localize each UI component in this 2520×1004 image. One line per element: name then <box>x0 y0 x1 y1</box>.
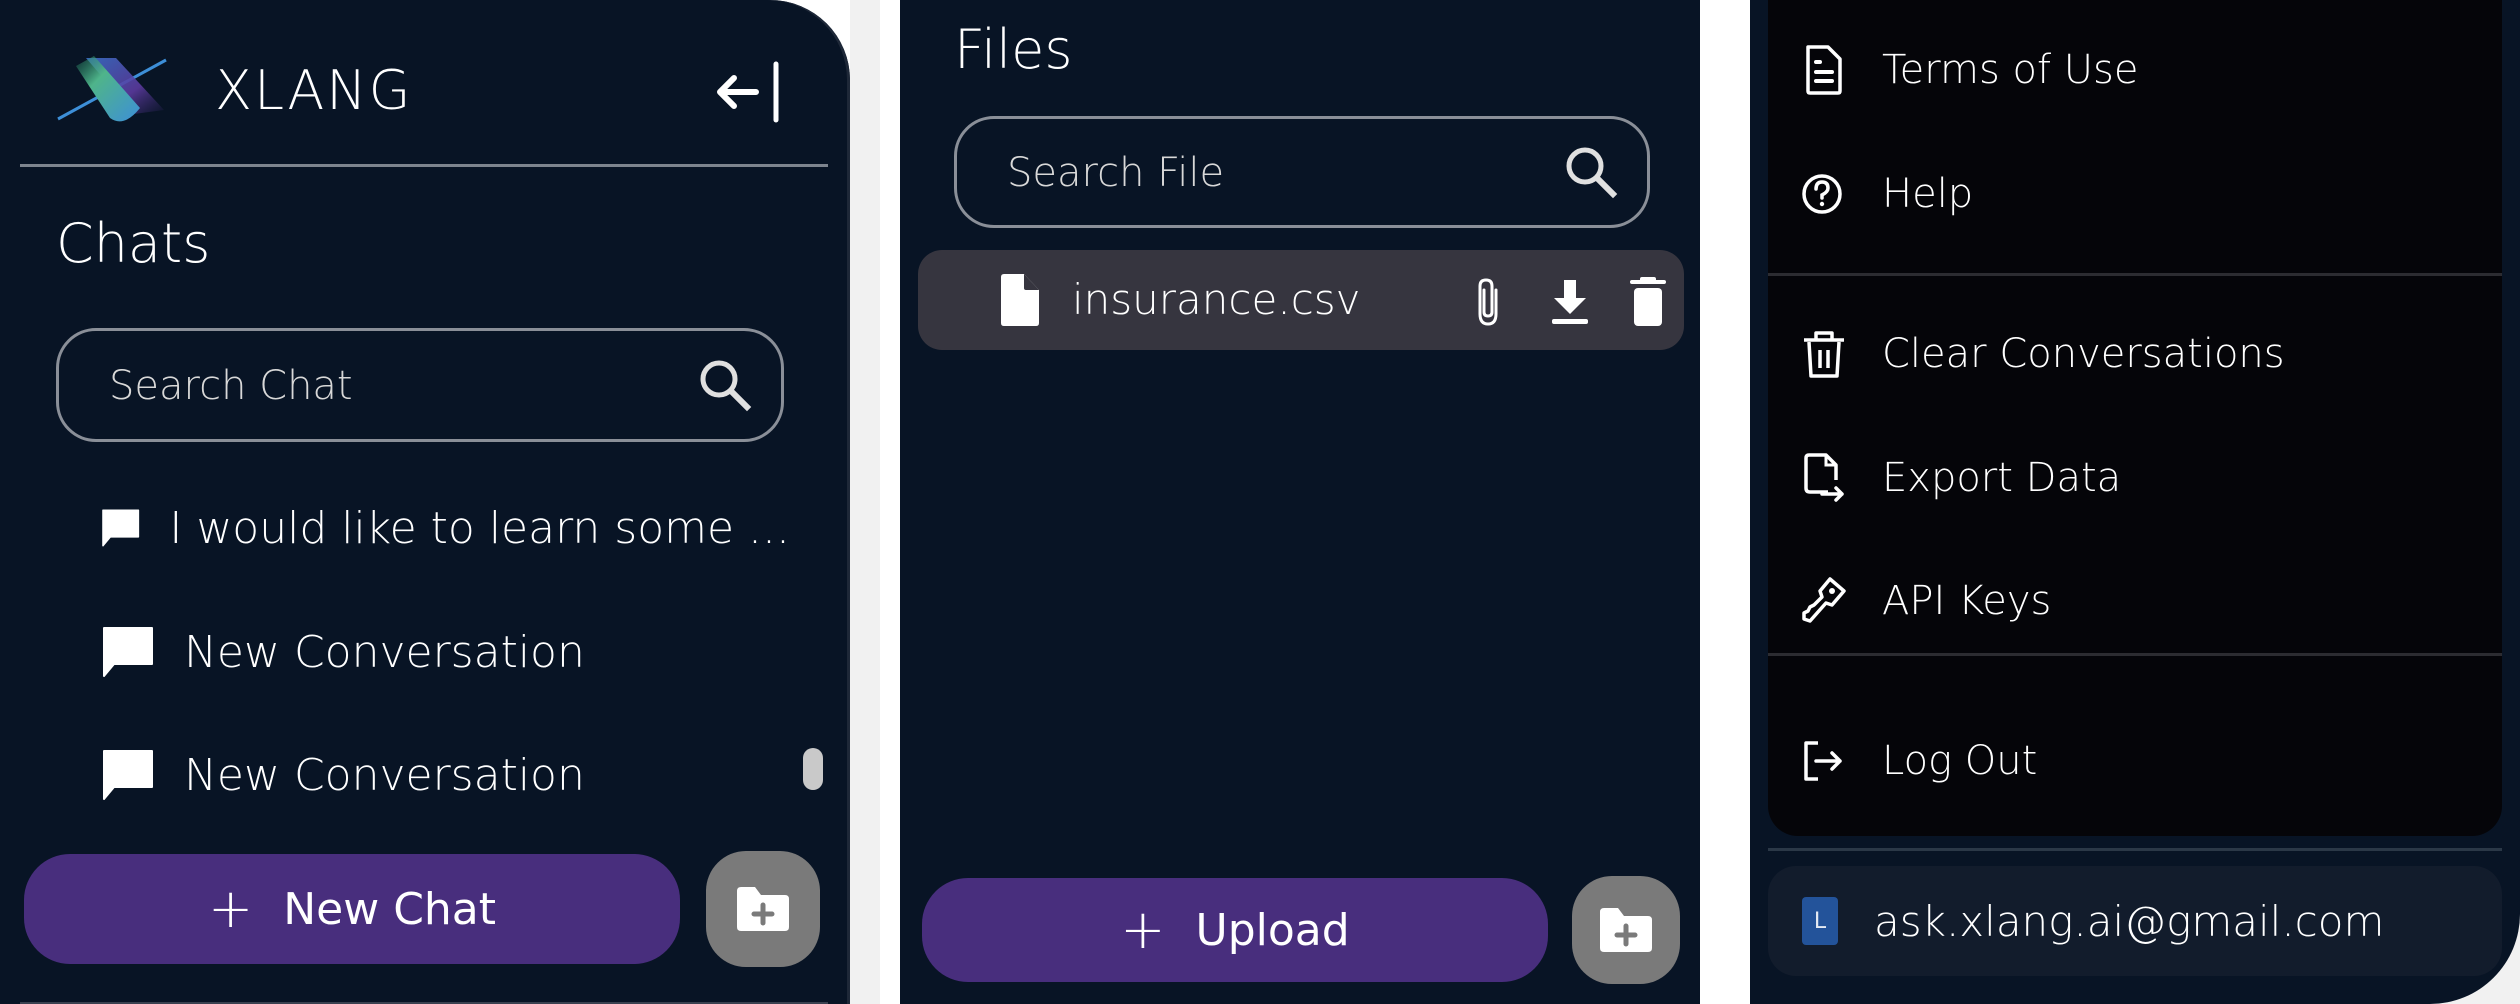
chat-list-item[interactable]: I would like to learn some ... <box>100 488 790 568</box>
plus-icon: + <box>1120 898 1166 961</box>
key-icon <box>1802 577 1846 623</box>
trash-icon <box>1804 331 1844 378</box>
upload-button[interactable]: + Upload <box>922 878 1548 982</box>
chat-title: I would like to learn some ... <box>169 502 790 554</box>
new-folder-button[interactable] <box>706 851 820 967</box>
chat-list-scrollbar[interactable] <box>803 748 823 790</box>
file-export-icon <box>1804 453 1844 502</box>
help-circle-icon <box>1802 174 1842 214</box>
files-title: Files <box>954 18 1073 81</box>
menu-item-export-data[interactable]: Export Data <box>1800 438 2480 518</box>
search-icon[interactable] <box>695 355 755 415</box>
menu-divider <box>1768 653 2502 656</box>
account-divider <box>1768 848 2502 851</box>
search-file-field[interactable] <box>954 116 1650 228</box>
brand-name: XLANG <box>215 59 413 122</box>
menu-item-label: Terms of Use <box>1882 47 2139 93</box>
menu-item-terms-of-use[interactable]: Terms of Use <box>1800 30 2480 110</box>
new-chat-button[interactable]: + New Chat <box>24 854 680 964</box>
search-icon[interactable] <box>1561 142 1621 202</box>
chat-bubble-icon <box>103 750 153 800</box>
chat-title: New Conversation <box>184 749 585 801</box>
account-email: ask.xlang.ai@gmail.com <box>1874 896 2385 946</box>
download-icon[interactable] <box>1546 276 1594 328</box>
menu-item-label: Log Out <box>1882 738 2038 784</box>
new-folder-button[interactable] <box>1572 876 1680 984</box>
chat-bubble-icon <box>103 627 153 677</box>
files-panel: Files <box>900 0 1700 1004</box>
menu-item-api-keys[interactable]: API Keys <box>1800 561 2480 641</box>
attach-icon[interactable] <box>1466 276 1514 328</box>
gap-background <box>850 0 880 1004</box>
plus-icon: + <box>207 877 254 940</box>
new-chat-label: New Chat <box>283 883 497 935</box>
menu-item-help[interactable]: Help <box>1800 154 2480 234</box>
document-icon <box>1806 45 1842 95</box>
chats-title: Chats <box>56 212 211 275</box>
menu-item-label: Export Data <box>1882 455 2122 501</box>
chat-title: New Conversation <box>184 626 585 678</box>
collapse-sidebar-icon[interactable] <box>716 60 784 124</box>
header-divider <box>20 164 828 167</box>
chat-bubble-icon <box>102 509 140 547</box>
xlang-logo-icon <box>57 56 167 122</box>
search-chat-input[interactable] <box>107 331 617 441</box>
chat-sidebar: XLANG Chats I would like to learn some .… <box>0 0 850 1004</box>
search-chat-field[interactable] <box>56 328 784 442</box>
menu-item-clear-conversations[interactable]: Clear Conversations <box>1800 314 2480 394</box>
delete-icon[interactable] <box>1624 276 1672 328</box>
file-name: insurance.csv <box>1072 275 1361 324</box>
menu-item-log-out[interactable]: Log Out <box>1800 721 2480 801</box>
menu-item-label: Help <box>1882 171 1974 217</box>
folder-plus-icon <box>737 887 789 931</box>
settings-menu <box>1768 0 2502 836</box>
menu-divider <box>1768 273 2502 276</box>
folder-plus-icon <box>1600 908 1652 952</box>
chat-list-item[interactable]: New Conversation <box>100 612 790 692</box>
search-file-input[interactable] <box>1005 119 1492 227</box>
chat-list-item[interactable]: New Conversation <box>100 735 790 815</box>
avatar: L <box>1802 897 1838 945</box>
account-button[interactable]: L ask.xlang.ai@gmail.com <box>1768 866 2502 976</box>
menu-item-label: API Keys <box>1882 578 2052 624</box>
file-list-item[interactable]: insurance.csv <box>918 250 1684 350</box>
logout-icon <box>1804 741 1842 781</box>
menu-item-label: Clear Conversations <box>1882 331 2285 377</box>
file-icon <box>1001 274 1039 326</box>
upload-label: Upload <box>1195 904 1350 956</box>
